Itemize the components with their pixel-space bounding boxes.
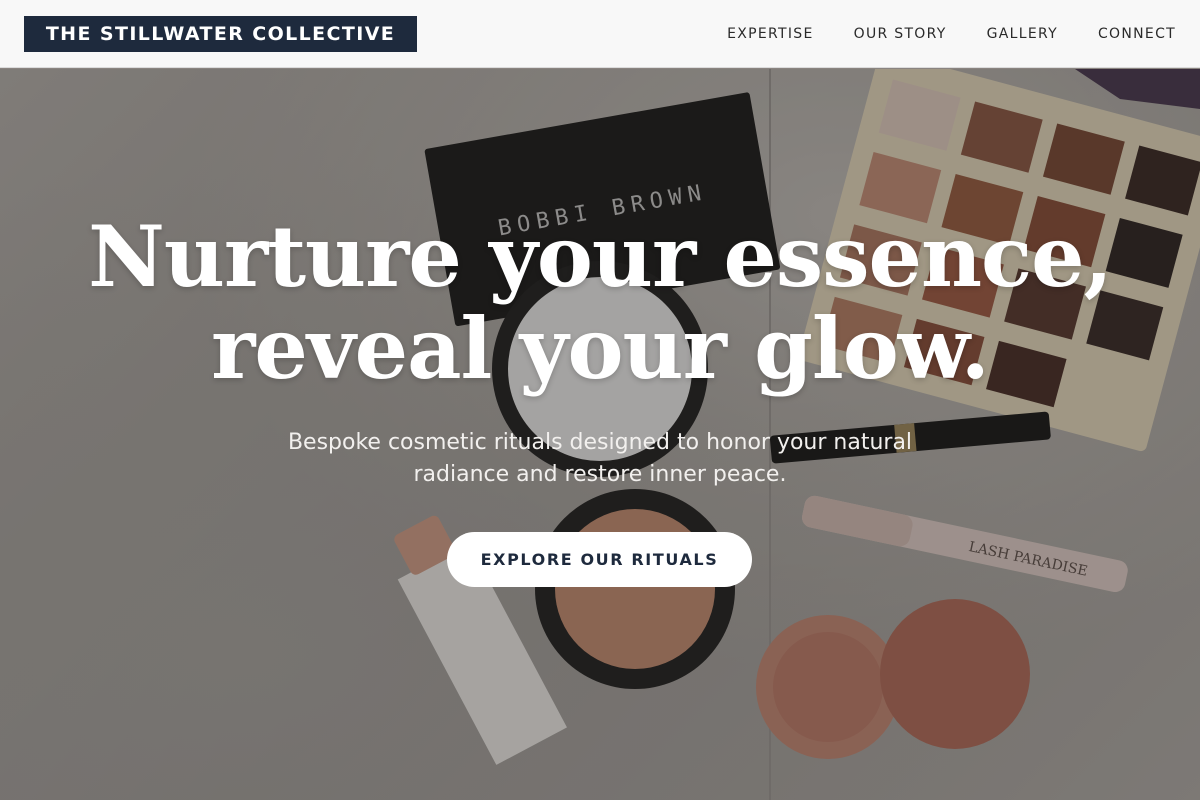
main-nav: EXPERTISE OUR STORY GALLERY CONNECT — [687, 0, 1176, 68]
explore-rituals-button[interactable]: EXPLORE OUR RITUALS — [447, 532, 752, 587]
nav-link-connect[interactable]: CONNECT — [1098, 26, 1176, 42]
hero-title: Nurture your essence, reveal your glow. — [0, 211, 1200, 395]
nav-link-gallery[interactable]: GALLERY — [987, 26, 1058, 42]
hero-subtitle-line-1: Bespoke cosmetic rituals designed to hon… — [287, 430, 913, 455]
hero-section: BOBBI BROWN LASH PARADISE Nurture your e… — [0, 69, 1200, 800]
site-header: THE STILLWATER COLLECTIVE EXPERTISE OUR … — [0, 0, 1200, 68]
hero-subtitle-line-2: radiance and restore inner peace. — [413, 462, 787, 487]
nav-link-our-story[interactable]: OUR STORY — [854, 26, 947, 42]
hero-title-line-1: Nurture your essence, — [88, 207, 1113, 306]
hero-title-line-2: reveal your glow. — [211, 299, 990, 398]
hero-subtitle: Bespoke cosmetic rituals designed to hon… — [250, 427, 950, 491]
nav-link-expertise[interactable]: EXPERTISE — [727, 26, 814, 42]
site-logo[interactable]: THE STILLWATER COLLECTIVE — [24, 16, 417, 52]
